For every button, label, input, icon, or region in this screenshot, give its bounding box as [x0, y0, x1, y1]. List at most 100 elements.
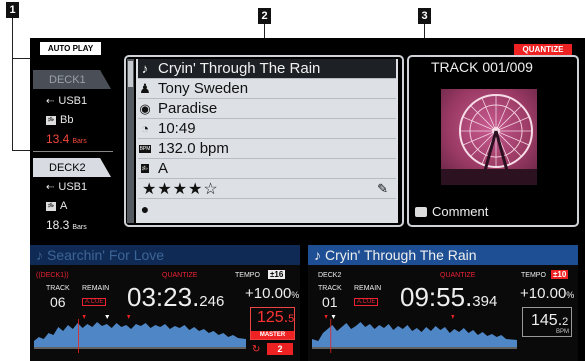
deck-right-bpm-int: 145. — [531, 312, 563, 329]
deck2-bars: 18.3 Bars — [46, 218, 87, 232]
deck-left-tempo-label: TEMPO — [235, 272, 260, 279]
deck1-source-text: USB1 — [58, 95, 88, 107]
deck-left-bpm-dec: 5 — [288, 313, 295, 325]
artist-row[interactable]: ♟ Tony Sweden — [138, 79, 396, 99]
pencil-icon[interactable]: ✎ — [377, 181, 388, 197]
bpm-row[interactable]: BPM 132.0 bpm — [138, 139, 396, 159]
deck-left-track-number: 06 — [50, 294, 66, 310]
deck-left-time-main: 03:23. — [127, 282, 200, 312]
deck-right-time: 09:55.394 — [400, 282, 497, 313]
album-name: Paradise — [158, 100, 218, 117]
person-icon: ♟ — [139, 80, 151, 96]
rating-row[interactable]: ★★★★☆ ✎ — [138, 179, 396, 199]
callout-2: 2 — [258, 8, 271, 24]
deck-left-bpm-int: 125. — [257, 309, 289, 326]
deck1-source: ⇠ USB1 — [46, 95, 87, 107]
deck-right-title-bar: ♪ Cryin' Through The Rain — [308, 245, 578, 265]
deck1-key-text: Bb — [60, 114, 74, 126]
key-row[interactable]: ♯♭ A — [138, 159, 396, 179]
deck-right-acue: A.CUE — [354, 298, 379, 306]
deck-left-quantize: QUANTIZE — [162, 272, 198, 279]
track-time: 10:49 — [158, 120, 196, 137]
deck-left-title: Searchin' For Love — [47, 247, 165, 263]
deck-left-loop-count: 2 — [267, 343, 293, 355]
loop-icon: ↻ — [252, 344, 261, 355]
callout-1-line — [12, 18, 13, 151]
deck-right-track-label: TRACK — [318, 285, 342, 292]
deck1-label: DECK1 — [49, 73, 86, 86]
rating-stars: ★★★★☆ — [142, 180, 219, 198]
comment-icon — [415, 206, 427, 217]
deck-right-title: Cryin' Through The Rain — [325, 247, 477, 263]
deck1-key: ♯♭ Bb — [46, 114, 73, 126]
deck-left-time-ms: 246 — [199, 293, 225, 310]
comment-text: Comment — [432, 204, 489, 219]
disc-icon: ◉ — [139, 100, 151, 116]
deck-right-tempo-value: +10.00% — [520, 285, 575, 302]
comment-row[interactable]: Comment — [415, 204, 488, 219]
deck-right-tempo-label: TEMPO — [521, 272, 546, 279]
deck-right-time-ms: 394 — [472, 293, 498, 310]
color-dot-icon: ● — [140, 201, 150, 217]
key-icon: ♯♭ — [46, 115, 56, 125]
key-icon: ♯♭ — [46, 201, 56, 211]
deck1-tab[interactable]: DECK1 — [33, 70, 111, 89]
deck-left-time: 03:23.246 — [127, 282, 224, 313]
deck-right-label: DECK2 — [318, 272, 342, 279]
callout-1: 1 — [6, 2, 19, 18]
deck-right-track-number: 01 — [322, 294, 338, 310]
deck-right-tempo-range: ±10 — [551, 270, 569, 279]
clock-icon: ◔ — [141, 121, 149, 136]
deck1-bars-unit: Bars — [72, 138, 87, 145]
deck-right-bpm-unit: BPM — [555, 329, 569, 335]
usb-icon: ⇠ — [46, 95, 55, 107]
deck-left-tempo-range: ±16 — [268, 270, 286, 279]
browse-scroll-thumb[interactable] — [128, 61, 133, 87]
deck2-label: DECK2 — [49, 161, 86, 174]
callout-3: 3 — [418, 8, 431, 24]
deck-right-display: ♪ Cryin' Through The Rain DECK2 QUANTIZE… — [308, 245, 578, 361]
bpm-icon: BPM — [138, 144, 152, 153]
callout-1-bracket-top — [12, 58, 30, 59]
track-key: A — [158, 160, 169, 177]
deck2-key-text: A — [60, 200, 68, 212]
key-icon: ♯♭ — [141, 164, 149, 173]
deck2-source-text: USB1 — [58, 181, 88, 193]
album-artwork — [441, 89, 537, 185]
deck-right-bpm-box: 145.2 BPM — [522, 307, 572, 337]
artist-name: Tony Sweden — [158, 80, 249, 97]
deck-right-quantize: QUANTIZE — [440, 272, 476, 279]
track-bpm: 132.0 bpm — [158, 140, 229, 157]
auto-play-badge[interactable]: AUTO PLAY — [40, 42, 101, 55]
quantize-badge: QUANTIZE — [514, 44, 572, 55]
deck1-bars-value: 13.4 — [46, 132, 70, 146]
music-note-icon: ♪ — [314, 247, 321, 263]
track-title-row[interactable]: ♪ Cryin' Through The Rain — [138, 59, 396, 79]
deck2-bars-unit: Bars — [72, 224, 87, 231]
deck-left-waveform — [34, 315, 246, 353]
deck1-bars: 13.4 Bars — [46, 132, 87, 146]
music-note-icon: ♪ — [36, 247, 43, 263]
deck-left-display: ♪ Searchin' For Love ((DECK1)) QUANTIZE … — [30, 245, 300, 361]
usb-icon: ⇠ — [46, 181, 55, 193]
deck2-key: ♯♭ A — [46, 200, 67, 212]
deck1-divider — [33, 151, 113, 152]
deck-left-tempo-value: +10.00% — [245, 285, 300, 302]
album-row[interactable]: ◉ Paradise — [138, 99, 396, 119]
deck-left-label: ((DECK1)) — [36, 272, 69, 279]
ferris-wheel-image — [441, 94, 537, 185]
track-number: TRACK 001/009 — [431, 59, 533, 75]
deck-right-time-main: 09:55. — [400, 282, 473, 312]
track-title: Cryin' Through The Rain — [158, 60, 321, 77]
color-row[interactable]: ● — [138, 199, 396, 219]
deck-left-remain-label: REMAIN — [82, 285, 110, 292]
deck2-tab[interactable]: DECK2 — [33, 158, 111, 177]
deck-left-track-label: TRACK — [46, 285, 70, 292]
deck-left-acue: A.CUE — [82, 298, 107, 306]
time-row[interactable]: ◔ 10:49 — [138, 119, 396, 139]
music-note-icon: ♪ — [141, 61, 149, 76]
deck-right-waveform — [312, 315, 517, 353]
callout-1-bracket-bottom — [12, 150, 30, 151]
deck2-bars-value: 18.3 — [46, 218, 70, 232]
deck-right-remain-label: REMAIN — [354, 285, 382, 292]
